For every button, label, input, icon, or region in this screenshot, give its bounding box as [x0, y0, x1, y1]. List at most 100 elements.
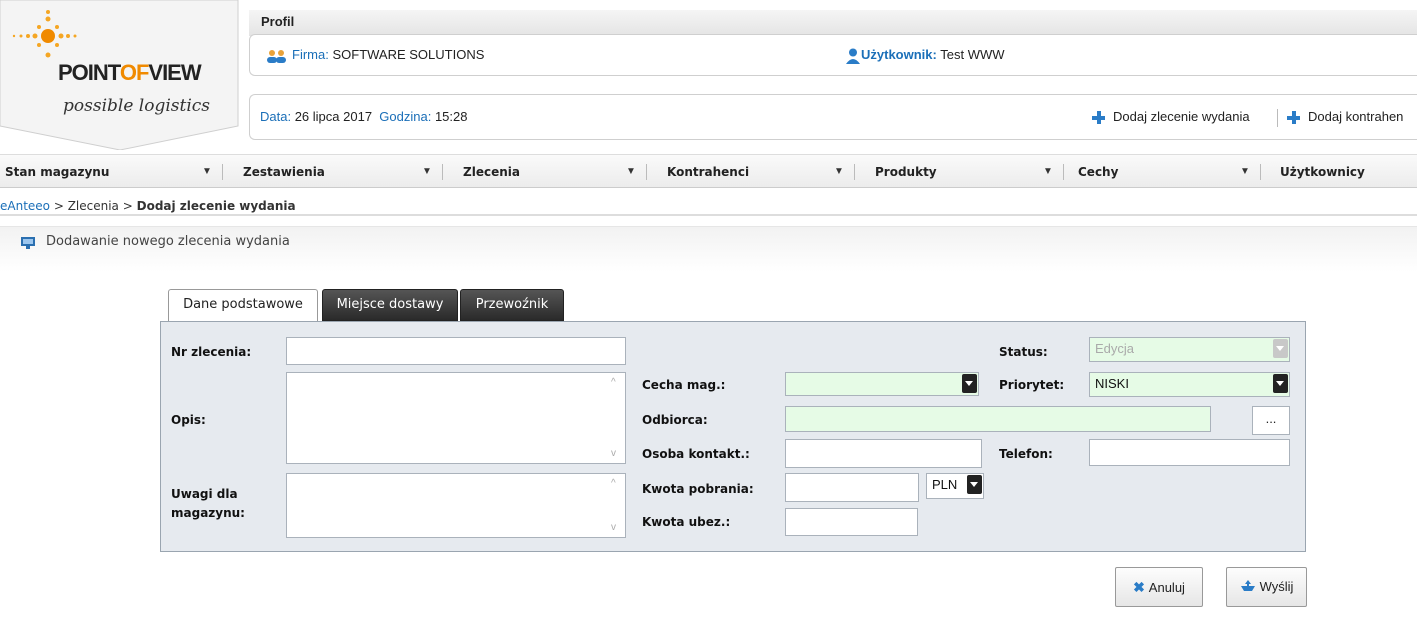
tab-dane-podstawowe[interactable]: Dane podstawowe	[168, 289, 318, 323]
order-no-label: Nr zlecenia:	[171, 345, 252, 359]
page-title: Dodawanie nowego zlecenia wydania	[46, 234, 290, 249]
recipient-input[interactable]	[785, 406, 1211, 432]
add-order-label: Dodaj zlecenie wydania	[1113, 109, 1250, 124]
scrollbar[interactable]: ^ v	[607, 373, 625, 463]
menu-item-produkty[interactable]: Produkty	[875, 155, 937, 189]
chevron-down-icon[interactable]: v	[611, 448, 616, 459]
menu-item-cechy[interactable]: Cechy	[1078, 155, 1118, 189]
datetime-panel: Data: 26 lipca 2017 Godzina: 15:28 Dodaj…	[249, 94, 1417, 140]
chevron-down-icon[interactable]: ▼	[1240, 155, 1250, 189]
chevron-up-icon[interactable]: ^	[611, 377, 616, 388]
menu-item-uzytkownicy[interactable]: Użytkownicy	[1280, 155, 1365, 189]
priority-label: Priorytet:	[999, 378, 1065, 392]
status-select[interactable]: Edycja	[1089, 337, 1290, 362]
plus-icon	[1092, 111, 1105, 125]
time-label: Godzina:	[379, 109, 432, 124]
chevron-down-icon[interactable]: ▼	[422, 155, 432, 189]
date-value: 26 lipca 2017	[294, 109, 373, 124]
plus-icon	[1287, 111, 1300, 125]
menu-separator	[854, 164, 855, 180]
description-textarea[interactable]: ^ v	[286, 372, 626, 464]
recipient-label: Odbiorca:	[642, 413, 708, 427]
profile-panel: Firma: SOFTWARE SOLUTIONS Użytkownik: Te…	[249, 34, 1417, 76]
logo-tagline: possible logistics	[63, 96, 211, 116]
cancel-button[interactable]: ✖ Anuluj	[1115, 567, 1203, 607]
add-order-link[interactable]: Dodaj zlecenie wydania	[1092, 109, 1250, 125]
priority-select[interactable]: NISKI	[1089, 372, 1290, 397]
user-value: Test WWW	[940, 47, 1005, 62]
chevron-down-icon[interactable]: ▼	[626, 155, 636, 189]
dropdown-arrow-icon[interactable]	[962, 374, 977, 393]
menu-item-stan-magazynu[interactable]: Stan magazynu	[5, 155, 109, 189]
phone-label: Telefon:	[999, 447, 1053, 461]
menu-separator	[442, 164, 443, 180]
user-icon	[846, 48, 860, 64]
chevron-down-icon[interactable]: ▼	[834, 155, 844, 189]
add-contractor-link[interactable]: Dodaj kontrahen	[1287, 109, 1404, 125]
main-menu: Stan magazynu ▼ Zestawienia ▼ Zlecenia ▼…	[0, 154, 1417, 188]
company-label: Firma:	[292, 47, 329, 62]
recipient-browse-button[interactable]: ...	[1252, 406, 1290, 435]
chevron-down-icon[interactable]: v	[611, 522, 616, 533]
user-label: Użytkownik:	[861, 47, 937, 62]
menu-separator	[646, 164, 647, 180]
status-label: Status:	[999, 345, 1048, 359]
currency-value: PLN	[932, 477, 958, 492]
menu-item-zestawienia[interactable]: Zestawienia	[243, 155, 325, 189]
breadcrumb-zlecenia[interactable]: Zlecenia	[68, 199, 119, 213]
profile-header: Profil	[249, 10, 1417, 36]
company-info: Firma: SOFTWARE SOLUTIONS	[266, 47, 484, 63]
send-button[interactable]: Wyślij	[1226, 567, 1307, 607]
menu-item-kontrahenci[interactable]: Kontrahenci	[667, 155, 749, 189]
page-title-bar: Dodawanie nowego zlecenia wydania	[0, 226, 1417, 272]
menu-separator	[222, 164, 223, 180]
scrollbar[interactable]: ^ v	[607, 474, 625, 537]
order-no-input[interactable]	[286, 337, 626, 365]
feature-select[interactable]	[785, 372, 979, 396]
priority-value: NISKI	[1095, 376, 1129, 391]
contact-input[interactable]	[785, 439, 982, 468]
cod-input[interactable]	[785, 473, 919, 502]
breadcrumb-current: Dodaj zlecenie wydania	[136, 199, 296, 213]
insurance-input[interactable]	[785, 508, 918, 536]
form-panel: Nr zlecenia: Opis: ^ v Uwagi dla magazynu…	[160, 321, 1306, 552]
dropdown-arrow-icon[interactable]	[1273, 374, 1288, 393]
breadcrumb-separator: >	[50, 199, 68, 213]
insurance-label: Kwota ubez.:	[642, 515, 731, 529]
cod-label: Kwota pobrania:	[642, 482, 754, 496]
divider	[1277, 109, 1278, 127]
chevron-down-icon[interactable]: ▼	[202, 155, 212, 189]
notes-label-line2: magazynu:	[171, 506, 245, 520]
time-value: 15:28	[434, 109, 468, 124]
tab-miejsce-dostawy[interactable]: Miejsce dostawy	[322, 289, 458, 321]
menu-separator	[1063, 164, 1064, 180]
monitor-icon	[21, 237, 35, 249]
send-icon	[1240, 580, 1255, 591]
logo[interactable]: POINTOFVIEW possible logistics	[0, 0, 240, 150]
date-label: Data:	[260, 109, 292, 124]
add-contractor-label: Dodaj kontrahen	[1308, 109, 1404, 124]
description-label: Opis:	[171, 413, 206, 427]
company-value: SOFTWARE SOLUTIONS	[332, 47, 485, 62]
sun-icon	[12, 10, 77, 58]
user-info: Użytkownik: Test WWW	[846, 47, 1005, 64]
close-icon: ✖	[1133, 579, 1145, 595]
dropdown-arrow-icon[interactable]	[967, 475, 982, 494]
notes-textarea[interactable]: ^ v	[286, 473, 626, 538]
status-value: Edycja	[1095, 341, 1135, 356]
dropdown-arrow-icon[interactable]	[1273, 339, 1288, 358]
logo-wordmark: POINTOFVIEW	[58, 60, 202, 85]
feature-label: Cecha mag.:	[642, 378, 726, 392]
chevron-up-icon[interactable]: ^	[611, 478, 616, 489]
tab-przewoznik[interactable]: Przewoźnik	[460, 289, 564, 321]
breadcrumb-separator: >	[118, 199, 137, 213]
menu-item-zlecenia[interactable]: Zlecenia	[463, 155, 520, 189]
send-label: Wyślij	[1259, 579, 1294, 594]
breadcrumb-root[interactable]: eAnteeo	[0, 199, 50, 213]
date-time-info: Data: 26 lipca 2017 Godzina: 15:28	[260, 109, 468, 124]
chevron-down-icon[interactable]: ▼	[1043, 155, 1053, 189]
contact-label: Osoba kontakt.:	[642, 447, 750, 461]
users-icon	[267, 49, 286, 63]
phone-input[interactable]	[1089, 439, 1290, 466]
currency-select[interactable]: PLN	[926, 473, 984, 499]
